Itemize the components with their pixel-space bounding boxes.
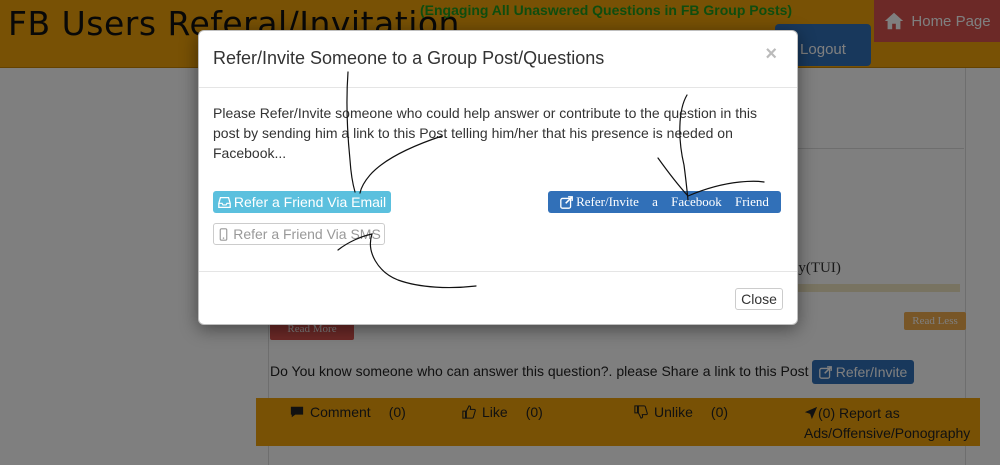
refer-via-email-button[interactable]: Refer a Friend Via Email	[213, 191, 391, 213]
modal-title: Refer/Invite Someone to a Group Post/Que…	[213, 48, 605, 68]
modal-body-text: Please Refer/Invite someone who could he…	[213, 105, 757, 161]
refer-via-sms-button[interactable]: Refer a Friend Via SMS	[213, 223, 385, 245]
mobile-phone-icon	[219, 227, 228, 241]
modal-footer: Close	[199, 271, 797, 324]
refer-invite-modal: Refer/Invite Someone to a Group Post/Que…	[198, 30, 798, 325]
refer-facebook-friend-button[interactable]: Refer/Invite a Facebook Friend	[548, 191, 781, 213]
refer-via-email-label: Refer a Friend Via Email	[233, 194, 387, 210]
close-icon[interactable]: ×	[765, 43, 777, 66]
inbox-icon	[218, 196, 231, 208]
share-icon	[560, 195, 574, 209]
modal-header: Refer/Invite Someone to a Group Post/Que…	[199, 31, 797, 88]
refer-via-sms-label: Refer a Friend Via SMS	[233, 226, 381, 242]
refer-facebook-friend-label: Refer/Invite a Facebook Friend	[576, 194, 769, 209]
close-button[interactable]: Close	[735, 288, 783, 310]
